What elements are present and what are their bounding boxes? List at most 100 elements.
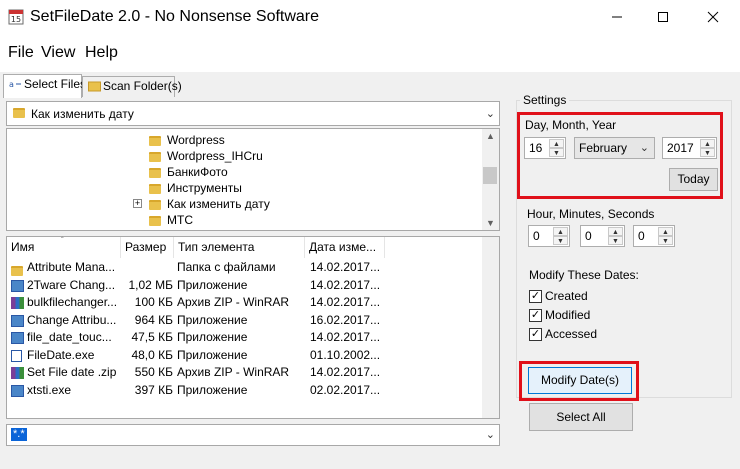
table-row[interactable]: Change Attribu... 964 КБ Приложение 16.02.2… [7, 312, 483, 330]
sort-icon: ˆ [61, 236, 64, 245]
table-row[interactable]: Attribute Mana... Папка с файлами 14.02.20… [7, 259, 483, 277]
tab-label: Scan Folder(s) [103, 79, 182, 93]
checkmark-icon: ✓ [529, 290, 542, 303]
list-scrollbar[interactable] [482, 237, 499, 418]
path-combo[interactable]: Как изменить дату ⌄ [6, 101, 500, 126]
tree-scrollbar[interactable]: ▲ ▼ [482, 129, 499, 230]
tree-item[interactable]: Wordpress_IHCru [147, 148, 263, 164]
window-title: SetFileDate 2.0 - No Nonsense Software [30, 8, 320, 25]
tree-item[interactable]: Инструменты [147, 180, 242, 196]
cell-date: 01.10.2002... [310, 347, 381, 362]
cell-name: bulkfilechanger... [27, 295, 118, 309]
cell-type: Приложение [177, 330, 248, 344]
column-header-name[interactable]: Имя [7, 237, 121, 258]
tree-item[interactable]: Как изменить дату [147, 196, 270, 212]
cell-date: 14.02.2017... [310, 365, 381, 379]
cell-type: Архив ZIP - WinRAR [177, 365, 290, 379]
spin-up-icon[interactable]: ▲ [658, 227, 673, 236]
column-header-type[interactable]: Тип элемента [174, 237, 305, 258]
cell-name: 2Tware Chang... [27, 277, 116, 292]
spin-down-icon[interactable]: ▼ [658, 236, 673, 245]
maximize-button[interactable] [640, 0, 686, 34]
cell-date: 02.02.2017... [310, 382, 381, 397]
menu-view[interactable]: View [41, 44, 75, 62]
filter-combo[interactable]: *.* ⌄ [6, 424, 500, 446]
year-spinner[interactable]: 2017 ▲ ▼ [662, 137, 717, 159]
cell-type: Приложение [177, 382, 248, 397]
column-header-size[interactable]: Размер [121, 237, 174, 258]
expand-icon[interactable]: + [133, 199, 142, 208]
chevron-down-icon: ⌄ [485, 429, 495, 441]
modified-label: Modified [545, 308, 591, 322]
spin-down-icon[interactable]: ▼ [700, 148, 715, 157]
folder-icon [13, 108, 25, 118]
settings-label: Settings [520, 93, 570, 107]
hour-spinner[interactable]: 0 ▲ ▼ [528, 225, 570, 247]
tree-item[interactable]: Wordpress [147, 132, 225, 148]
minute-value: 0 [585, 229, 592, 243]
cell-type: Приложение [177, 277, 248, 292]
cell-type: Приложение [177, 312, 248, 327]
spin-down-icon[interactable]: ▼ [553, 236, 568, 245]
year-value: 2017 [667, 141, 694, 155]
folder-icon [149, 199, 161, 210]
table-row[interactable]: FileDate.exe 48,0 КБ Приложение 01.10.2002.… [7, 347, 483, 365]
select-all-button[interactable]: Select All [529, 403, 633, 431]
cell-size: 397 КБ [134, 382, 173, 397]
tree-item[interactable]: БанкиФото [147, 164, 228, 180]
folder-icon [149, 215, 161, 226]
folder-icon [88, 81, 101, 92]
chevron-down-icon: ⌄ [639, 142, 649, 154]
scroll-down-icon[interactable]: ▼ [482, 218, 499, 228]
menu-file[interactable]: File [8, 44, 34, 62]
path-value: Как изменить дату [31, 107, 134, 121]
tab-scan-folders[interactable]: Scan Folder(s) [82, 76, 182, 97]
cell-type: Архив ZIP - WinRAR [177, 295, 290, 309]
scroll-thumb[interactable] [483, 167, 497, 184]
table-row[interactable]: bulkfilechanger... 100 КБ Архив ZIP - WinR… [7, 294, 483, 312]
application-icon [11, 384, 24, 402]
svg-text:15: 15 [11, 15, 21, 24]
modify-dates-button[interactable]: Modify Date(s) [528, 367, 632, 394]
spin-down-icon[interactable]: ▼ [608, 236, 623, 245]
minute-spinner[interactable]: 0 ▲ ▼ [580, 225, 625, 247]
spin-down-icon[interactable]: ▼ [549, 148, 564, 157]
column-header-date[interactable]: Дата изме... [305, 237, 385, 258]
day-spinner[interactable]: 16 ▲ ▼ [524, 137, 566, 159]
tab-select-files[interactable]: a Select Files [3, 74, 86, 98]
spin-up-icon[interactable]: ▲ [700, 139, 715, 148]
second-spinner[interactable]: 0 ▲ ▼ [633, 225, 675, 247]
file-list[interactable]: Имя ˆ Размер Тип элемента Дата изме... A… [6, 236, 500, 419]
tree-item[interactable]: MTC [147, 212, 193, 228]
minimize-button[interactable] [594, 0, 640, 34]
cell-name: Change Attribu... [27, 312, 117, 327]
close-button[interactable] [690, 0, 736, 34]
cell-name: Set File date .zip [27, 365, 117, 379]
cell-size: 47,5 КБ [131, 330, 173, 344]
spin-up-icon[interactable]: ▲ [553, 227, 568, 236]
folder-icon [149, 151, 161, 162]
table-row[interactable]: Set File date .zip 550 КБ Архив ZIP - WinR… [7, 364, 483, 382]
spin-up-icon[interactable]: ▲ [608, 227, 623, 236]
close-icon [707, 11, 719, 23]
app-icon: 15 [8, 9, 24, 25]
menu-help[interactable]: Help [85, 44, 118, 62]
cell-name: file_date_touc... [27, 330, 112, 344]
accessed-label: Accessed [545, 327, 598, 341]
cell-name: FileDate.exe [27, 347, 95, 362]
date-label: Day, Month, Year [525, 118, 617, 132]
folder-icon [149, 183, 161, 194]
cell-date: 14.02.2017... [310, 330, 381, 344]
spin-up-icon[interactable]: ▲ [549, 139, 564, 148]
created-label: Created [545, 289, 588, 303]
table-row[interactable]: 2Tware Chang... 1,02 МБ Приложение 14.02.20… [7, 277, 483, 295]
cell-size: 550 КБ [134, 365, 173, 379]
table-row[interactable]: xtsti.exe 397 КБ Приложение 02.02.2017... [7, 382, 483, 400]
folder-tree[interactable]: Wordpress Wordpress_IHCru БанкиФото Инст… [6, 128, 500, 231]
month-select[interactable]: February ⌄ [574, 137, 655, 159]
scroll-up-icon[interactable]: ▲ [482, 131, 499, 141]
chevron-down-icon: ⌄ [485, 108, 495, 120]
today-button[interactable]: Today [669, 168, 718, 191]
month-value: February [579, 141, 628, 155]
table-row[interactable]: file_date_touc... 47,5 КБ Приложение 14.02.… [7, 329, 483, 347]
